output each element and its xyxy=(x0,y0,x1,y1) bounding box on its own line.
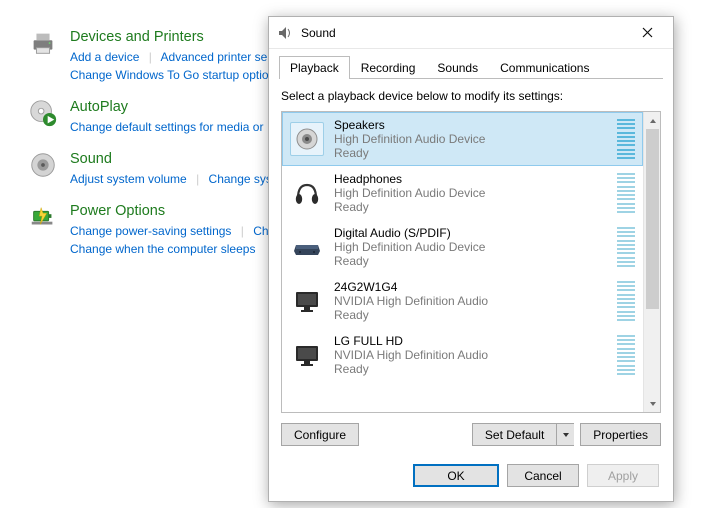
device-name: Headphones xyxy=(334,172,611,186)
dialog-bottom-buttons: OK Cancel Apply xyxy=(269,458,673,501)
sound-dialog: Sound Playback Recording Sounds Communic… xyxy=(268,16,674,502)
cp-title[interactable]: Power Options xyxy=(70,202,269,220)
dialog-title-text: Sound xyxy=(301,26,625,40)
prompt-text: Select a playback device below to modify… xyxy=(281,89,661,103)
device-driver: High Definition Audio Device xyxy=(334,240,611,254)
power-icon xyxy=(28,202,58,232)
sound-icon xyxy=(28,150,58,180)
spdif-icon xyxy=(290,230,324,264)
cp-link-adjust-volume[interactable]: Adjust system volume xyxy=(70,172,187,186)
device-driver: NVIDIA High Definition Audio xyxy=(334,294,611,308)
printer-icon xyxy=(28,28,58,58)
device-status: Ready xyxy=(334,254,611,268)
device-name: Speakers xyxy=(334,118,611,132)
cp-link-autoplay-defaults[interactable]: Change default settings for media or xyxy=(70,120,263,134)
cp-link-windows-to-go[interactable]: Change Windows To Go startup optio xyxy=(70,66,269,84)
device-status: Ready xyxy=(334,146,611,160)
cancel-button[interactable]: Cancel xyxy=(507,464,579,487)
apply-button[interactable]: Apply xyxy=(587,464,659,487)
configure-button[interactable]: Configure xyxy=(281,423,359,446)
titlebar[interactable]: Sound xyxy=(269,17,673,49)
cp-link-change-sys[interactable]: Change sys xyxy=(209,172,272,186)
speakers-icon xyxy=(290,122,324,156)
close-button[interactable] xyxy=(625,19,669,47)
device-row-headphones[interactable]: Headphones High Definition Audio Device … xyxy=(282,166,643,220)
set-default-dropdown[interactable] xyxy=(556,423,574,446)
sound-titlebar-icon xyxy=(277,25,293,41)
properties-button[interactable]: Properties xyxy=(580,423,661,446)
tab-recording[interactable]: Recording xyxy=(350,56,427,79)
device-status: Ready xyxy=(334,200,611,214)
device-driver: High Definition Audio Device xyxy=(334,132,611,146)
device-row-speakers[interactable]: Speakers High Definition Audio Device Re… xyxy=(282,112,643,166)
scroll-down-icon[interactable] xyxy=(644,395,661,412)
cp-title[interactable]: Devices and Printers xyxy=(70,28,269,46)
device-list[interactable]: Speakers High Definition Audio Device Re… xyxy=(282,112,643,412)
tab-playback[interactable]: Playback xyxy=(279,56,350,79)
level-meter xyxy=(617,227,635,267)
cp-link-add-device[interactable]: Add a device xyxy=(70,50,139,64)
device-name: 24G2W1G4 xyxy=(334,280,611,294)
device-list-container: Speakers High Definition Audio Device Re… xyxy=(281,111,661,413)
device-status: Ready xyxy=(334,308,611,322)
chevron-down-icon xyxy=(562,431,570,439)
scroll-up-icon[interactable] xyxy=(644,112,661,129)
ok-button[interactable]: OK xyxy=(413,464,499,487)
tab-communications[interactable]: Communications xyxy=(489,56,600,79)
cp-link-sleep[interactable]: Change when the computer sleeps xyxy=(70,240,269,258)
monitor-icon xyxy=(290,338,324,372)
device-row-monitor-2[interactable]: LG FULL HD NVIDIA High Definition Audio … xyxy=(282,328,643,382)
cp-title[interactable]: AutoPlay xyxy=(70,98,263,116)
set-default-button[interactable]: Set Default xyxy=(472,423,556,446)
device-driver: High Definition Audio Device xyxy=(334,186,611,200)
device-status: Ready xyxy=(334,362,611,376)
headphones-icon xyxy=(290,176,324,210)
monitor-icon xyxy=(290,284,324,318)
device-driver: NVIDIA High Definition Audio xyxy=(334,348,611,362)
close-icon xyxy=(642,27,653,38)
tab-body-playback: Select a playback device below to modify… xyxy=(269,79,673,458)
cp-link-ch[interactable]: Ch xyxy=(253,224,268,238)
lower-button-row: Configure Set Default Properties xyxy=(281,423,661,446)
tabs: Playback Recording Sounds Communications xyxy=(269,49,673,78)
autoplay-icon xyxy=(28,98,58,128)
cp-title[interactable]: Sound xyxy=(70,150,272,168)
level-meter xyxy=(617,335,635,375)
device-name: LG FULL HD xyxy=(334,334,611,348)
device-row-spdif[interactable]: Digital Audio (S/PDIF) High Definition A… xyxy=(282,220,643,274)
set-default-split-button[interactable]: Set Default xyxy=(472,423,574,446)
scrollbar[interactable] xyxy=(643,112,660,412)
level-meter xyxy=(617,281,635,321)
tab-sounds[interactable]: Sounds xyxy=(426,56,489,79)
level-meter xyxy=(617,173,635,213)
scroll-thumb[interactable] xyxy=(646,129,659,309)
cp-link-advanced-printer[interactable]: Advanced printer se xyxy=(161,50,268,64)
device-name: Digital Audio (S/PDIF) xyxy=(334,226,611,240)
cp-link-power-saving[interactable]: Change power-saving settings xyxy=(70,224,231,238)
level-meter xyxy=(617,119,635,159)
device-row-monitor-1[interactable]: 24G2W1G4 NVIDIA High Definition Audio Re… xyxy=(282,274,643,328)
